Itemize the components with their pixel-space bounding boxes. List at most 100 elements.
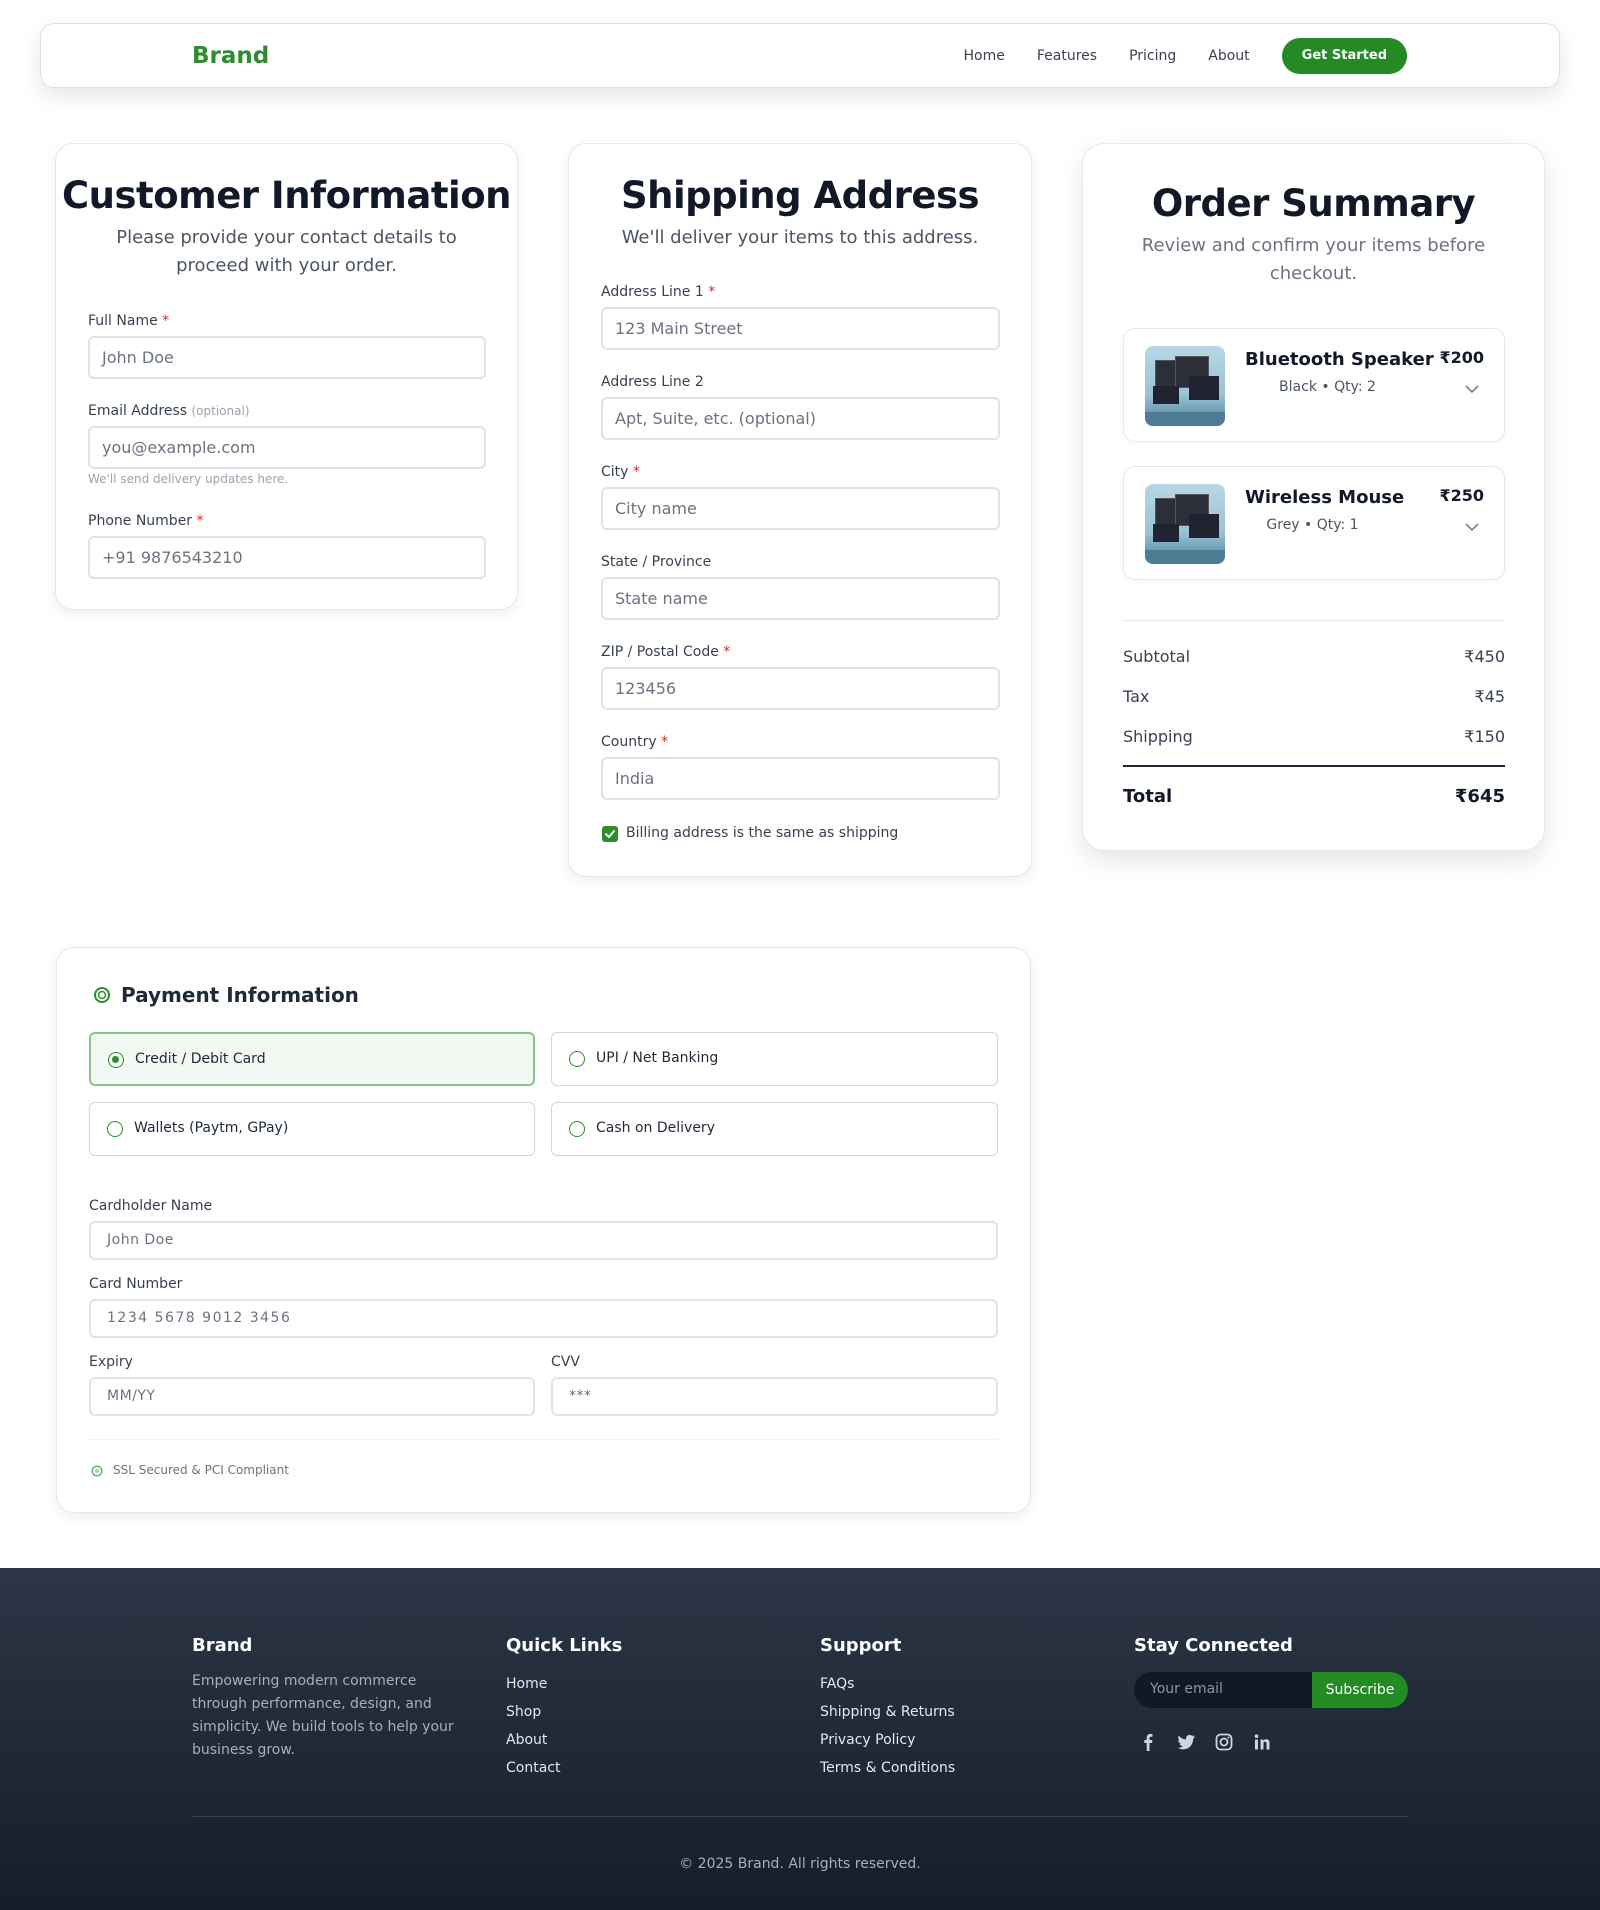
summary-divider [1123, 620, 1505, 621]
required-mark: * [162, 313, 170, 329]
billing-same-label[interactable]: Billing address is the same as shipping [626, 825, 898, 841]
subtotal-row: Subtotal ₹450 [1123, 647, 1505, 666]
payment-title: Payment Information [121, 983, 359, 1007]
connect-title: Stay Connected [1134, 1635, 1293, 1656]
required-mark: * [661, 734, 669, 750]
footer-link-faqs[interactable]: FAQs [820, 1670, 955, 1698]
payment-option-label: Cash on Delivery [596, 1120, 715, 1136]
customer-info-card: Customer Information Please provide your… [55, 143, 518, 610]
cardholder-input[interactable]: John Doe [89, 1221, 998, 1260]
country-input[interactable]: India [601, 757, 1000, 800]
order-item[interactable]: Wireless Mouse Grey • Qty: 1 ₹250 [1123, 466, 1505, 580]
instagram-icon[interactable] [1213, 1731, 1235, 1753]
payment-option-label: Wallets (Paytm, GPay) [134, 1120, 289, 1136]
item-meta: Grey • Qty: 1 [1266, 517, 1359, 533]
order-summary-card: Order Summary Review and confirm your it… [1082, 143, 1545, 851]
order-item[interactable]: Bluetooth Speaker Black • Qty: 2 ₹200 [1123, 328, 1505, 442]
footer-link-shop[interactable]: Shop [506, 1698, 622, 1726]
city-label: City * [601, 464, 640, 480]
country-label-text: Country [601, 734, 657, 750]
country-label: Country * [601, 734, 668, 750]
facebook-icon[interactable] [1137, 1731, 1159, 1753]
copyright-text: © 2025 Brand. All rights reserved. [679, 1856, 921, 1872]
footer-link-contact[interactable]: Contact [506, 1754, 622, 1782]
product-image [1145, 346, 1225, 426]
payment-info-card: Payment Information Credit / Debit Card … [56, 947, 1031, 1513]
cvv-label: CVV [551, 1354, 580, 1370]
payment-option-upi[interactable]: UPI / Net Banking [551, 1032, 998, 1086]
chevron-down-icon[interactable] [1464, 381, 1480, 397]
payment-divider [89, 1439, 998, 1440]
shipping-value: ₹150 [1464, 727, 1505, 746]
zip-input[interactable]: 123456 [601, 667, 1000, 710]
shipping-title: Shipping Address [620, 174, 980, 217]
card-number-input[interactable]: 1234 5678 9012 3456 [89, 1299, 998, 1338]
footer-link-home[interactable]: Home [506, 1670, 622, 1698]
city-input[interactable]: City name [601, 487, 1000, 530]
address-line1-input[interactable]: 123 Main Street [601, 307, 1000, 350]
footer-divider [192, 1816, 1408, 1817]
address-line1-label: Address Line 1 * [601, 284, 715, 300]
footer-link-shipping-returns[interactable]: Shipping & Returns [820, 1698, 955, 1726]
nav-home[interactable]: Home [964, 48, 1005, 64]
footer-link-privacy[interactable]: Privacy Policy [820, 1726, 955, 1754]
shipping-subtitle: We'll deliver your items to this address… [621, 227, 979, 248]
footer-link-about[interactable]: About [506, 1726, 622, 1754]
nav-features[interactable]: Features [1037, 48, 1097, 64]
footer-about-col: Brand Empowering modern commerce through… [192, 1635, 474, 1762]
radio-unselected[interactable] [107, 1121, 123, 1137]
shipping-row: Shipping ₹150 [1123, 727, 1505, 746]
required-mark: * [723, 644, 731, 660]
total-label: Total [1123, 786, 1173, 807]
customer-info-title: Customer Information [62, 174, 511, 217]
nav-about[interactable]: About [1208, 48, 1249, 64]
radio-selected[interactable] [108, 1052, 124, 1068]
cvv-input[interactable]: *** [551, 1377, 998, 1416]
expiry-input[interactable]: MM/YY [89, 1377, 535, 1416]
radio-unselected[interactable] [569, 1051, 585, 1067]
tax-label: Tax [1123, 687, 1150, 706]
footer-about-text: Empowering modern commerce through perfo… [192, 1673, 454, 1758]
payment-option-card[interactable]: Credit / Debit Card [89, 1032, 535, 1086]
full-name-label: Full Name * [88, 313, 169, 329]
brand-logo[interactable]: Brand [192, 43, 269, 69]
email-label: Email Address (optional) [88, 403, 250, 419]
address-line2-input[interactable]: Apt, Suite, etc. (optional) [601, 397, 1000, 440]
full-name-label-text: Full Name [88, 313, 158, 329]
chevron-down-icon[interactable] [1464, 519, 1480, 535]
top-navbar: Brand Home Features Pricing About Get St… [40, 23, 1560, 88]
email-hint: We'll send delivery updates here. [88, 472, 289, 486]
lock-icon [91, 1465, 103, 1477]
payment-option-cod[interactable]: Cash on Delivery [551, 1102, 998, 1156]
customer-info-subtitle: Please provide your contact details to p… [116, 227, 457, 276]
email-input[interactable]: you@example.com [88, 426, 486, 469]
shipping-address-card: Shipping Address We'll deliver your item… [568, 143, 1032, 877]
state-input[interactable]: State name [601, 577, 1000, 620]
nav-pricing[interactable]: Pricing [1129, 48, 1176, 64]
order-summary-title: Order Summary [1151, 182, 1476, 225]
footer-support: Support FAQs Shipping & Returns Privacy … [820, 1635, 955, 1782]
total-row: Total ₹645 [1123, 786, 1505, 807]
card-number-label: Card Number [89, 1276, 183, 1292]
tax-value: ₹45 [1474, 687, 1505, 706]
newsletter-form: Your email Subscribe [1134, 1672, 1408, 1708]
payment-option-wallets[interactable]: Wallets (Paytm, GPay) [89, 1102, 535, 1156]
footer-connect: Stay Connected [1134, 1635, 1293, 1670]
subscribe-button[interactable]: Subscribe [1312, 1672, 1408, 1708]
twitter-icon[interactable] [1175, 1731, 1197, 1753]
linkedin-icon[interactable] [1251, 1731, 1273, 1753]
phone-label: Phone Number * [88, 513, 204, 529]
shield-check-icon [94, 987, 110, 1003]
newsletter-email-input[interactable]: Your email [1150, 1681, 1223, 1697]
phone-input[interactable]: +91 9876543210 [88, 536, 486, 579]
radio-unselected[interactable] [569, 1121, 585, 1137]
get-started-button[interactable]: Get Started [1281, 38, 1407, 74]
full-name-input[interactable]: John Doe [88, 336, 486, 379]
required-mark: * [632, 464, 640, 480]
social-links [1137, 1731, 1289, 1753]
billing-same-checkbox[interactable] [602, 826, 618, 842]
payment-option-label: Credit / Debit Card [135, 1051, 266, 1067]
footer-link-terms[interactable]: Terms & Conditions [820, 1754, 955, 1782]
footer-brand[interactable]: Brand [192, 1635, 474, 1656]
zip-label-text: ZIP / Postal Code [601, 644, 719, 660]
